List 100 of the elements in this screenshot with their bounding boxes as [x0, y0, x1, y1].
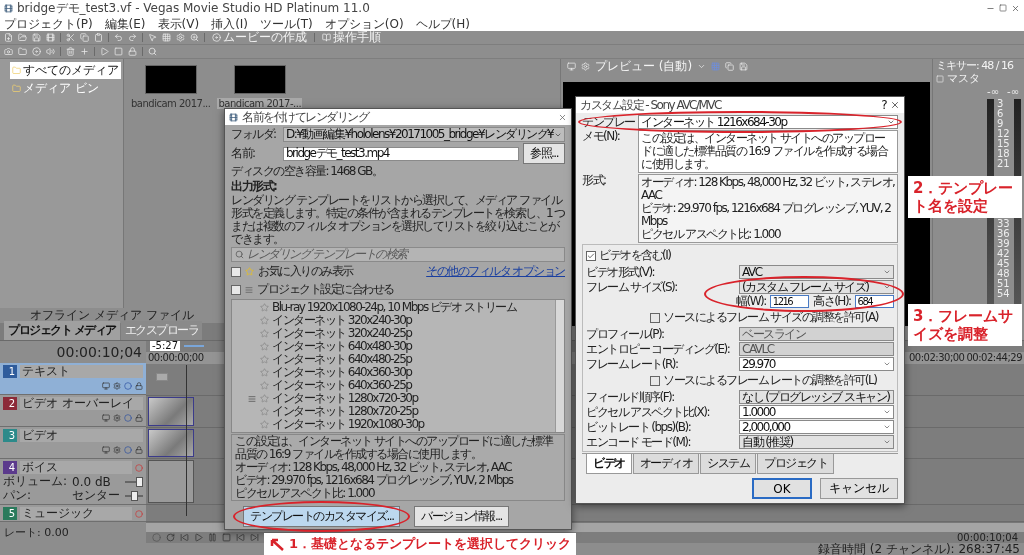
- camera-icon[interactable]: [4, 47, 13, 56]
- checkbox[interactable]: [231, 266, 241, 277]
- play-from-start-icon[interactable]: [180, 533, 189, 542]
- monitor-icon[interactable]: [102, 445, 110, 454]
- folder-select[interactable]: D:¥動画編集¥hololens¥20171005_bridge¥レンダリング¥: [283, 127, 565, 142]
- mute-icon[interactable]: [124, 413, 132, 422]
- lock-icon[interactable]: [135, 445, 143, 454]
- star-icon[interactable]: [260, 381, 269, 390]
- pointer-icon[interactable]: [148, 33, 157, 42]
- audio-clip[interactable]: [148, 460, 194, 504]
- slider-thumb[interactable]: [131, 490, 138, 501]
- star-icon[interactable]: [260, 368, 269, 377]
- checkbox[interactable]: [231, 284, 241, 295]
- search-icon[interactable]: [148, 47, 157, 56]
- lock-icon[interactable]: [128, 47, 137, 56]
- star-icon[interactable]: [260, 303, 269, 312]
- folder-icon[interactable]: [18, 47, 27, 56]
- template-select[interactable]: インターネット 1216x684-30p: [638, 115, 898, 129]
- delete-icon[interactable]: [66, 47, 75, 56]
- track-name[interactable]: ビデオ オーバーレイ: [20, 397, 143, 410]
- track-header[interactable]: 5 ミュージック: [0, 505, 146, 522]
- video-clip[interactable]: [148, 396, 194, 426]
- template-item[interactable]: インターネット 640x480-30p: [248, 340, 555, 353]
- film-icon[interactable]: [46, 33, 55, 42]
- save-icon[interactable]: [739, 62, 749, 71]
- record-icon[interactable]: [135, 463, 143, 472]
- track-name[interactable]: ミュージック: [20, 507, 132, 520]
- menu-item[interactable]: 編集(E): [104, 16, 146, 31]
- settings-tab[interactable]: システム: [700, 454, 756, 474]
- next-icon[interactable]: [250, 533, 259, 542]
- file-name-field[interactable]: bridgeデモ_test3.mp4: [283, 146, 520, 161]
- menu-item[interactable]: ツール(T): [260, 16, 313, 31]
- checkbox[interactable]: [586, 250, 596, 261]
- dialog-button[interactable]: テンプレートのカスタマイズ...: [243, 506, 401, 527]
- menu-item[interactable]: プロジェクト(P): [4, 16, 93, 31]
- undo-icon[interactable]: [114, 33, 123, 42]
- track-header[interactable]: 1 テキスト: [0, 363, 146, 395]
- previous-icon[interactable]: [236, 533, 245, 542]
- monitor-icon[interactable]: [567, 62, 576, 71]
- star-icon[interactable]: [260, 342, 269, 351]
- copy-icon[interactable]: [80, 33, 89, 42]
- height-field[interactable]: 684: [854, 295, 894, 308]
- loop-icon[interactable]: [166, 533, 175, 542]
- vertical-scrollbar[interactable]: [555, 300, 564, 432]
- disc-icon[interactable]: [32, 47, 41, 56]
- menu-item[interactable]: オプション(O): [324, 16, 404, 31]
- template-item[interactable]: インターネット 320x240-30p: [248, 314, 555, 327]
- video-thumbnail[interactable]: [144, 65, 197, 94]
- settings-tab[interactable]: オーディオ: [632, 454, 699, 474]
- browse-button[interactable]: 参照...: [523, 143, 565, 164]
- mute-icon[interactable]: [124, 381, 132, 390]
- settings-tab[interactable]: プロジェクト: [757, 454, 834, 474]
- menu-item[interactable]: ヘルプ(H): [415, 16, 470, 31]
- square-icon[interactable]: [936, 74, 944, 83]
- stop-icon[interactable]: [222, 533, 231, 542]
- redo-icon[interactable]: [128, 33, 137, 42]
- maximize-icon[interactable]: [999, 4, 1007, 12]
- template-search-field[interactable]: レンダリング テンプレートの検索: [231, 247, 565, 262]
- track-header[interactable]: 4 ボイス ボリューム: 0.0 dB パン: センター: [0, 459, 146, 505]
- video-thumbnail[interactable]: [233, 65, 286, 94]
- template-item[interactable]: インターネット 1280x720-25p: [248, 405, 555, 418]
- select-field[interactable]: なし (プログレッシブ スキャン): [739, 390, 894, 404]
- zoom-icon[interactable]: [190, 33, 199, 42]
- paste-icon[interactable]: [94, 33, 103, 42]
- slider-thumb[interactable]: [136, 476, 144, 487]
- monitor-icon[interactable]: [102, 413, 110, 422]
- filter-options-link[interactable]: その他のフィルタ オプション: [426, 263, 565, 280]
- copy-icon[interactable]: [725, 62, 735, 71]
- help-button[interactable]: ?: [881, 98, 886, 112]
- monitor-icon[interactable]: [102, 381, 110, 390]
- select-field[interactable]: 29.970: [739, 357, 894, 371]
- close-icon[interactable]: [890, 100, 900, 110]
- template-item[interactable]: インターネット 1280x720-30p: [248, 392, 555, 405]
- cut-icon[interactable]: [66, 33, 75, 42]
- star-icon[interactable]: [260, 355, 269, 364]
- dialog-button[interactable]: OK: [752, 478, 812, 499]
- video-clip[interactable]: [148, 428, 194, 458]
- panel-tab[interactable]: プロジェクト メディア: [4, 321, 120, 340]
- checkbox[interactable]: [650, 375, 660, 386]
- speaker-icon[interactable]: [46, 47, 55, 56]
- folder-icon[interactable]: [18, 33, 27, 42]
- lock-icon[interactable]: [135, 413, 143, 422]
- template-item[interactable]: インターネット 640x360-30p: [248, 366, 555, 379]
- close-icon[interactable]: [1011, 3, 1020, 13]
- close-icon[interactable]: [558, 112, 567, 122]
- gear-icon[interactable]: [113, 413, 121, 422]
- dialog-button[interactable]: バージョン情報...: [414, 506, 509, 527]
- track-name[interactable]: ビデオ: [20, 429, 143, 442]
- star-icon[interactable]: [260, 420, 269, 429]
- track-name[interactable]: テキスト: [20, 365, 143, 378]
- track-name[interactable]: ボイス: [20, 461, 132, 474]
- select-field[interactable]: AVC: [739, 265, 894, 279]
- star-icon[interactable]: [260, 316, 269, 325]
- select-field[interactable]: 1.0000: [739, 405, 894, 419]
- track-header[interactable]: 2 ビデオ オーバーレイ: [0, 395, 146, 427]
- select-field[interactable]: 2,000,000: [739, 420, 894, 434]
- template-item[interactable]: インターネット 320x240-25p: [248, 327, 555, 340]
- play-icon[interactable]: [194, 533, 203, 542]
- caret-icon[interactable]: [697, 62, 707, 71]
- memo-field[interactable]: この設定は、インターネット サイトへのアップロードに適した標準品質の 16:9 ファイルを作成する場合に使用します。: [638, 130, 898, 173]
